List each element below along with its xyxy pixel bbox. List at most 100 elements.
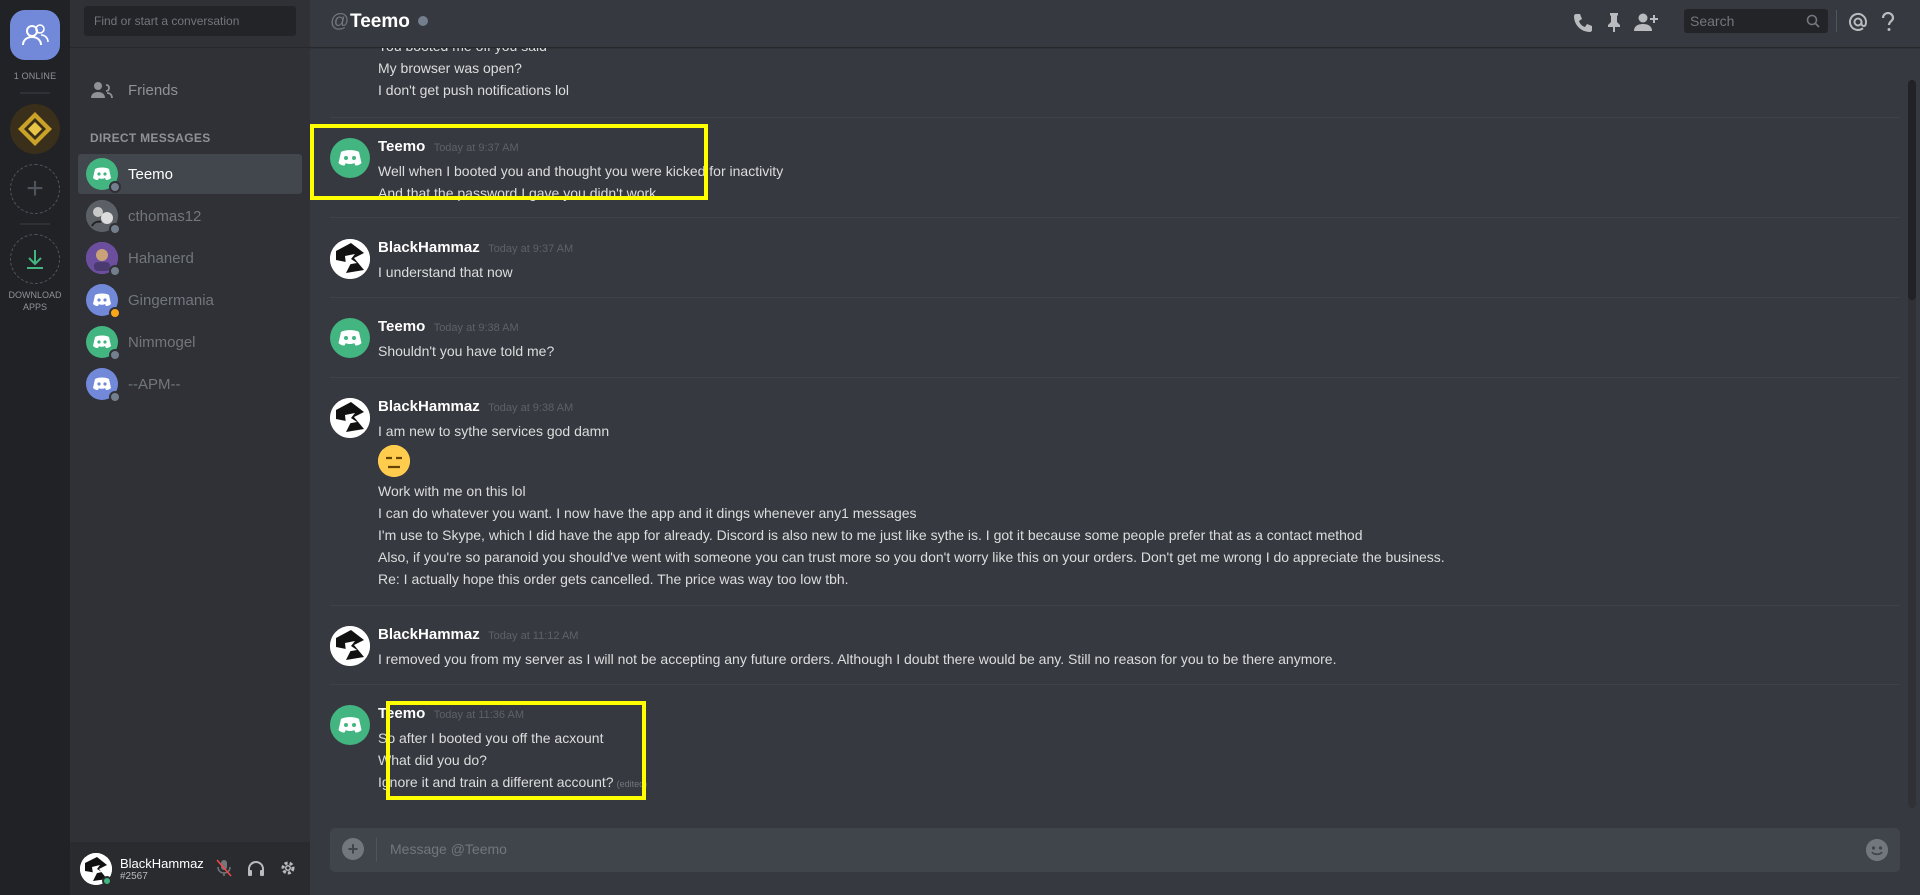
status-indicator (109, 391, 121, 403)
upload-plus-icon[interactable]: + (342, 838, 364, 860)
conversation-search-input[interactable]: Find or start a conversation (84, 6, 296, 36)
blackhammaz-avatar-icon (330, 398, 370, 438)
message-search-input[interactable]: Search (1684, 9, 1828, 33)
friends-home-icon (22, 24, 49, 46)
message-lines: Shouldn't you have told me? (378, 340, 554, 362)
message-text: I can do whatever you want. I now have t… (378, 505, 917, 521)
search-icon (1806, 14, 1820, 30)
at-symbol: @ (330, 11, 350, 32)
message-divider (330, 297, 1900, 298)
dm-name: cthomas12 (128, 207, 202, 225)
timestamp: Today at 11:12 AM (488, 630, 579, 642)
dm-item-hahanerd[interactable]: Hahanerd (78, 238, 302, 278)
server-rail: 1 ONLINE + DOWNLOAD APPS (0, 0, 70, 895)
header-divider (1836, 10, 1837, 32)
author-name[interactable]: BlackHammaz (378, 626, 480, 643)
message-text: My browser was open? (378, 60, 522, 76)
download-icon (27, 250, 43, 269)
add-server-button[interactable]: + (10, 164, 60, 214)
direct-messages-header: DIRECT MESSAGES (90, 131, 211, 145)
highlight-annotation (310, 124, 708, 200)
dm-name: Teemo (128, 165, 174, 183)
dm-name: Nimmogel (128, 333, 196, 351)
dm-item-apm[interactable]: --APM-- (78, 364, 302, 404)
message-text: Also, if you're so paranoid you should'v… (378, 549, 1445, 565)
dm-sidebar: Find or start a conversation Friends DIR… (70, 0, 310, 895)
avatar[interactable] (330, 318, 370, 358)
download-label-line: APPS (22, 302, 47, 312)
pin-icon[interactable] (1606, 12, 1622, 32)
search-placeholder: Search (1690, 13, 1735, 29)
expressionless-emoji-icon (378, 445, 410, 477)
help-icon[interactable] (1881, 12, 1895, 32)
status-indicator (109, 307, 121, 319)
dm-item-cthomas12[interactable]: cthomas12 (78, 196, 302, 236)
status-indicator (418, 16, 428, 26)
message-divider (330, 684, 1900, 685)
dm-item-nimmogel[interactable]: Nimmogel (78, 322, 302, 362)
message-lines: I removed you from my server as I will n… (378, 648, 1336, 670)
emoji-picker-icon[interactable] (1866, 839, 1888, 861)
message-input[interactable]: Message @Teemo (390, 841, 507, 857)
call-icon[interactable] (1572, 12, 1594, 34)
blackhammaz-avatar-icon (330, 626, 370, 666)
avatar[interactable] (330, 398, 370, 438)
dm-name: --APM-- (128, 375, 181, 393)
status-indicator (109, 265, 121, 277)
message-text: I understand that now (378, 264, 513, 280)
download-apps-button[interactable] (10, 234, 60, 284)
message-meta: Teemo Today at 9:38 AM (378, 318, 519, 336)
avatar[interactable] (330, 239, 370, 279)
message-text: You booted me off you said (378, 48, 569, 57)
timestamp: Today at 9:38 AM (488, 402, 574, 414)
status-indicator (109, 181, 121, 193)
message-text: Re: I actually hope this order gets canc… (378, 571, 849, 587)
friends-label: Friends (128, 81, 179, 99)
avatar (86, 158, 121, 193)
rail-separator (20, 92, 50, 94)
dm-item-gingermania[interactable]: Gingermania (78, 280, 302, 320)
message-text: I am new to sythe services god damn (378, 423, 610, 439)
online-status-indicator (102, 876, 112, 886)
dm-item-teemo[interactable]: Teemo (78, 154, 302, 194)
server-icon[interactable] (10, 104, 60, 154)
settings-gear-icon[interactable] (278, 858, 298, 878)
author-name[interactable]: BlackHammaz (378, 398, 480, 415)
home-button[interactable] (10, 10, 60, 60)
username: BlackHammaz (120, 855, 204, 871)
download-label-line: DOWNLOAD (8, 290, 62, 300)
chat-header: @ Teemo Search (310, 0, 1920, 48)
plus-icon: + (26, 172, 44, 205)
scrollbar-thumb[interactable] (1908, 80, 1916, 300)
author-name[interactable]: Teemo (378, 318, 425, 335)
rail-separator (20, 223, 50, 225)
user-tag: #2567 (120, 870, 148, 882)
blackhammaz-avatar-icon (330, 239, 370, 279)
add-friend-icon[interactable] (1634, 12, 1658, 32)
author-name[interactable]: BlackHammaz (378, 239, 480, 256)
discord-logo-icon (338, 330, 362, 346)
message-meta: BlackHammaz Today at 9:37 AM (378, 239, 573, 257)
highlight-annotation (386, 701, 646, 800)
avatar (86, 200, 121, 235)
mute-microphone-icon[interactable] (214, 858, 234, 878)
message-divider (330, 377, 1900, 378)
headphones-icon[interactable] (246, 858, 266, 878)
avatar[interactable] (330, 626, 370, 666)
message-text: I don't get push notifications lol (378, 82, 570, 98)
message-meta: BlackHammaz Today at 11:12 AM (378, 626, 578, 644)
channel-title: Teemo (350, 11, 410, 32)
message-text: Work with me on this lol (378, 483, 526, 499)
avatar (86, 326, 121, 361)
mentions-icon[interactable] (1848, 12, 1868, 32)
timestamp: Today at 9:38 AM (433, 322, 519, 334)
discord-logo-icon (338, 717, 362, 733)
dm-name: Hahanerd (128, 249, 194, 267)
friends-nav-item[interactable]: Friends (78, 72, 302, 108)
message-text: I'm use to Skype, which I did have the a… (378, 527, 1363, 543)
message-divider (330, 217, 1900, 218)
avatar[interactable] (330, 705, 370, 745)
status-indicator (109, 223, 121, 235)
message-lines: I am new to sythe services god damn Work… (378, 420, 1445, 590)
timestamp: Today at 9:37 AM (488, 243, 574, 255)
